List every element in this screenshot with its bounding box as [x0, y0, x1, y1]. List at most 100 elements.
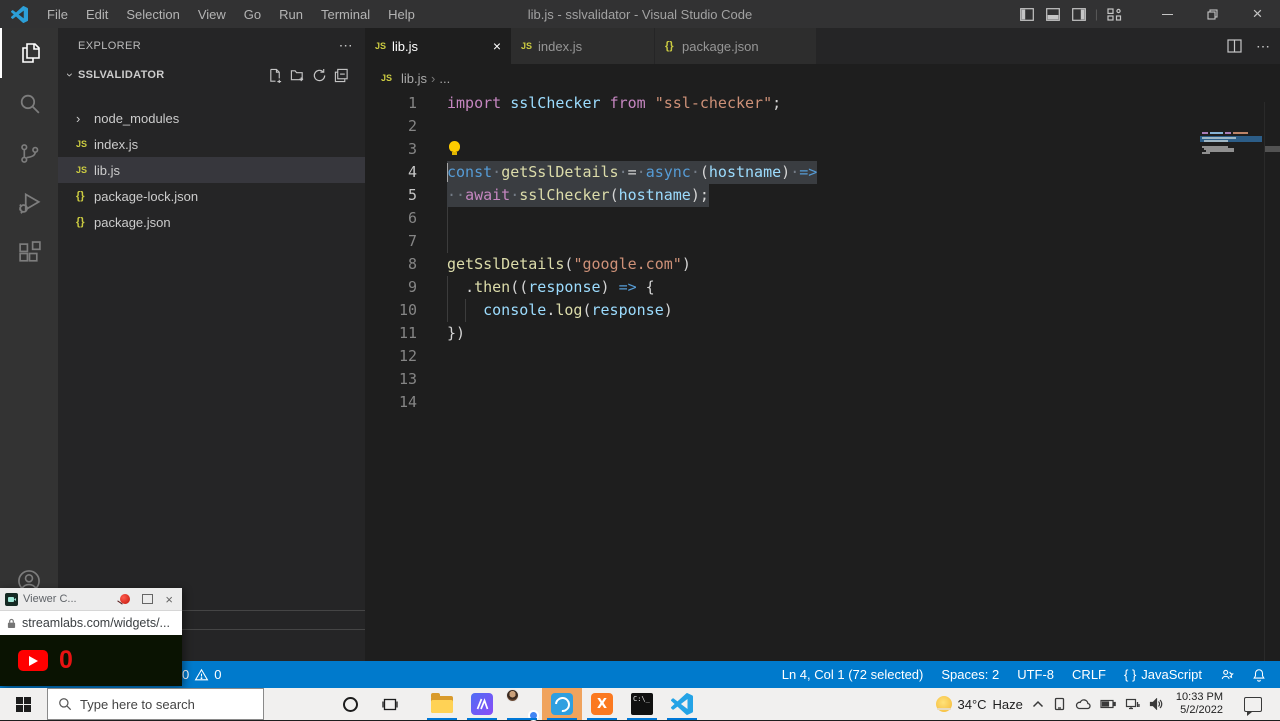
- viewer-address-bar[interactable]: streamlabs.com/widgets/...: [0, 610, 182, 635]
- editor-more-actions-icon[interactable]: ⋯: [1256, 38, 1270, 55]
- customize-layout-icon[interactable]: [1101, 0, 1127, 28]
- menu-terminal[interactable]: Terminal: [312, 7, 379, 22]
- phone-link-icon[interactable]: [1053, 697, 1066, 711]
- language-mode[interactable]: { } JavaScript: [1115, 667, 1211, 682]
- show-hidden-icons-chevron[interactable]: [1032, 700, 1044, 708]
- file-tree-item-package-lock.json[interactable]: {}package-lock.json: [58, 183, 365, 209]
- code-line-2[interactable]: 2: [365, 115, 1280, 138]
- tab-index.js[interactable]: JSindex.js: [511, 28, 655, 64]
- code-line-7[interactable]: 7: [365, 230, 1280, 253]
- code-line-3[interactable]: 3: [365, 138, 1280, 161]
- code-line-14[interactable]: 14: [365, 391, 1280, 414]
- code-line-8[interactable]: 8getSslDetails("google.com"): [365, 253, 1280, 276]
- file-tree-item-lib.js[interactable]: JSlib.js: [58, 157, 365, 183]
- viewer-window-titlebar[interactable]: Viewer C... ×: [0, 588, 182, 610]
- explorer-icon[interactable]: [0, 28, 60, 78]
- tab-package.json[interactable]: {}package.json: [655, 28, 817, 64]
- source-control-icon[interactable]: [0, 128, 58, 178]
- tab-label: package.json: [682, 39, 759, 54]
- cortana-icon: [343, 697, 358, 712]
- refresh-icon[interactable]: [312, 68, 327, 83]
- onedrive-cloud-icon[interactable]: [1075, 699, 1091, 710]
- search-icon[interactable]: [0, 78, 58, 128]
- breadcrumb-more[interactable]: ...: [439, 71, 450, 86]
- vscode-logo-icon: [11, 6, 28, 23]
- restore-button[interactable]: [1190, 0, 1235, 28]
- file-tree-item-index.js[interactable]: JSindex.js: [58, 131, 365, 157]
- minimize-button[interactable]: [1145, 0, 1190, 28]
- start-button[interactable]: [0, 688, 47, 720]
- action-center-icon[interactable]: [1244, 697, 1262, 712]
- menu-view[interactable]: View: [189, 7, 235, 22]
- volume-icon[interactable]: [1149, 698, 1163, 710]
- indentation[interactable]: Spaces: 2: [932, 667, 1008, 682]
- scrollbar-thumb[interactable]: [1265, 146, 1280, 152]
- cortana-button[interactable]: [330, 697, 370, 712]
- taskbar-search[interactable]: Type here to search: [47, 688, 264, 720]
- encoding[interactable]: UTF-8: [1008, 667, 1063, 682]
- menu-edit[interactable]: Edit: [77, 7, 117, 22]
- tab-lib.js[interactable]: JSlib.js×: [365, 28, 511, 64]
- file-label: package-lock.json: [94, 189, 198, 204]
- weather-widget[interactable]: 34°C Haze: [936, 696, 1023, 712]
- menu-file[interactable]: File: [38, 7, 77, 22]
- lightbulb-icon[interactable]: [449, 141, 460, 152]
- taskbar-command-prompt[interactable]: C:\_: [622, 688, 662, 720]
- taskbar-xampp[interactable]: X: [582, 688, 622, 720]
- toggle-sidebar-icon[interactable]: [1014, 0, 1040, 28]
- network-icon[interactable]: [1125, 698, 1140, 710]
- toggle-panel-icon[interactable]: [1040, 0, 1066, 28]
- code-line-10[interactable]: 10 console.log(response): [365, 299, 1280, 322]
- feedback-icon[interactable]: [1211, 668, 1243, 682]
- collapse-folders-icon[interactable]: [334, 68, 349, 83]
- lock-icon: [7, 618, 16, 629]
- workspace-section-header[interactable]: › SSLVALIDATOR: [58, 63, 365, 87]
- menu-go[interactable]: Go: [235, 7, 270, 22]
- close-tab-icon[interactable]: ×: [493, 38, 501, 54]
- code-line-1[interactable]: 1import sslChecker from "ssl-checker";: [365, 92, 1280, 115]
- code-line-6[interactable]: 6: [365, 207, 1280, 230]
- taskbar-file-explorer[interactable]: [422, 688, 462, 720]
- menu-run[interactable]: Run: [270, 7, 312, 22]
- file-tree-item-node_modules[interactable]: ›node_modules: [58, 105, 365, 131]
- explorer-more-actions-icon[interactable]: ⋯: [339, 37, 353, 54]
- line-number: 9: [365, 276, 417, 299]
- taskbar-streamlabs[interactable]: [542, 688, 582, 720]
- viewer-close-button[interactable]: ×: [165, 592, 173, 607]
- chevron-right-icon: ›: [431, 71, 435, 86]
- split-editor-icon[interactable]: [1227, 39, 1242, 53]
- taskbar-clock[interactable]: 10:33 PM 5/2/2022: [1176, 691, 1223, 717]
- taskbar-gradient-app[interactable]: [462, 688, 502, 720]
- file-tree-item-package.json[interactable]: {}package.json: [58, 209, 365, 235]
- notifications-bell-icon[interactable]: [1243, 668, 1268, 682]
- code-line-12[interactable]: 12: [365, 345, 1280, 368]
- code-line-5[interactable]: 5··await·sslChecker(hostname);: [365, 184, 1280, 207]
- code-line-13[interactable]: 13: [365, 368, 1280, 391]
- viewer-maximize-button[interactable]: [142, 594, 153, 604]
- task-view-button[interactable]: [370, 697, 410, 712]
- task-view-icon: [382, 697, 398, 712]
- menu-selection[interactable]: Selection: [117, 7, 188, 22]
- line-number: 1: [365, 92, 417, 115]
- breadcrumb-file[interactable]: lib.js: [401, 71, 427, 86]
- eol-sequence[interactable]: CRLF: [1063, 667, 1115, 682]
- code-line-11[interactable]: 11}): [365, 322, 1280, 345]
- minimap[interactable]: [1200, 130, 1262, 170]
- cursor-position[interactable]: Ln 4, Col 1 (72 selected): [773, 667, 933, 682]
- close-window-button[interactable]: ×: [1235, 0, 1280, 28]
- code-line-9[interactable]: 9 .then((response) => {: [365, 276, 1280, 299]
- breadcrumb[interactable]: JS lib.js › ...: [365, 64, 1280, 92]
- new-folder-icon[interactable]: [290, 68, 305, 83]
- search-placeholder: Type here to search: [80, 697, 195, 712]
- extensions-icon[interactable]: [0, 228, 58, 278]
- battery-icon[interactable]: [1100, 699, 1116, 709]
- taskbar-chrome[interactable]: [502, 688, 542, 720]
- viewer-widget-content: 0: [0, 635, 182, 686]
- file-label: index.js: [94, 137, 138, 152]
- run-debug-icon[interactable]: [0, 178, 58, 228]
- menu-help[interactable]: Help: [379, 7, 424, 22]
- new-file-icon[interactable]: [268, 68, 283, 83]
- code-line-4[interactable]: 4const·getSslDetails·=·async·(hostname)·…: [365, 161, 1280, 184]
- toggle-secondary-sidebar-icon[interactable]: [1066, 0, 1092, 28]
- taskbar-vscode[interactable]: [662, 688, 702, 720]
